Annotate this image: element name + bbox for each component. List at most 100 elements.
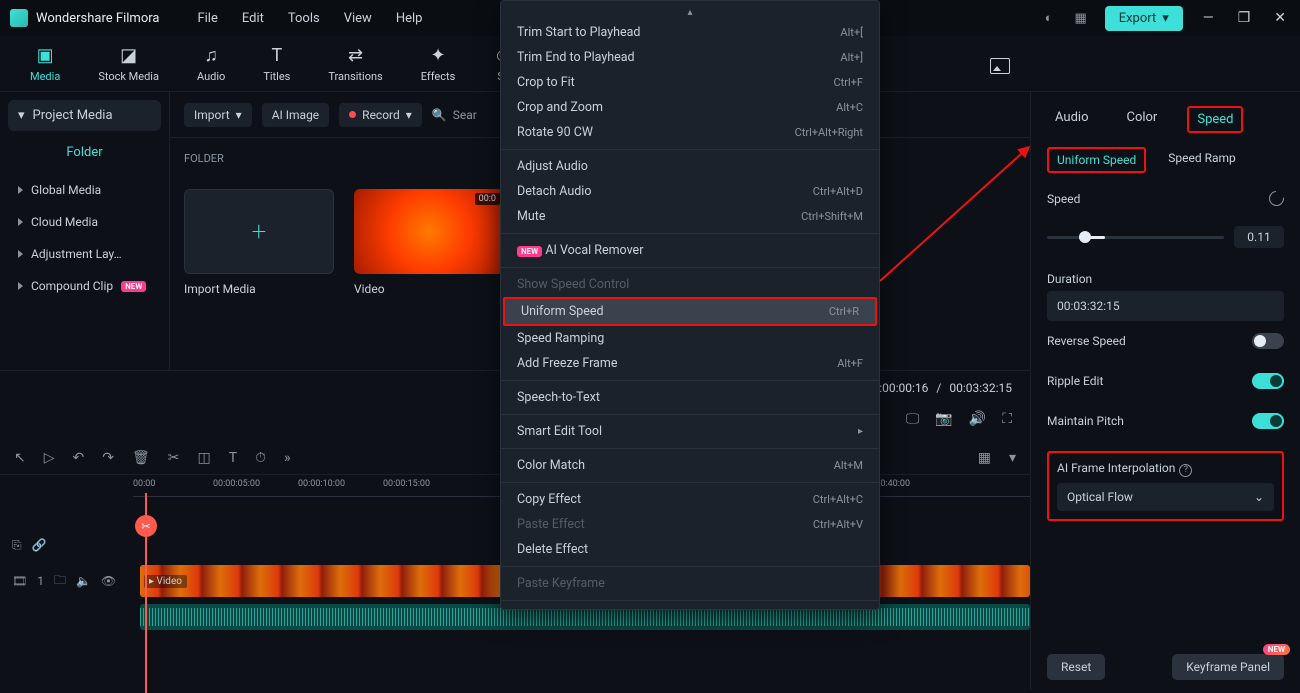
ctx-speech-to-text[interactable]: Speech-to-Text xyxy=(501,385,879,410)
project-media-header[interactable]: ▾Project Media xyxy=(8,100,161,131)
copy-icon[interactable]: ⎘ xyxy=(12,538,22,553)
tick-2: 00:00:10:00 xyxy=(298,479,345,489)
tab-titles[interactable]: TTitles xyxy=(263,44,290,83)
text-tool-icon[interactable]: T xyxy=(229,450,237,466)
fullscreen-icon[interactable]: ⛶ xyxy=(1002,411,1012,427)
ripple-toggle[interactable] xyxy=(1252,373,1284,389)
folder-tab[interactable]: Folder xyxy=(8,131,161,174)
sidebar-cloud-label: Cloud Media xyxy=(31,215,98,229)
tab-media-label: Media xyxy=(30,70,60,83)
pitch-toggle[interactable] xyxy=(1252,413,1284,429)
tab-stock-media[interactable]: ◪Stock Media xyxy=(98,44,159,83)
reverse-toggle[interactable] xyxy=(1252,333,1284,349)
aif-select[interactable]: Optical Flow⌄ xyxy=(1057,483,1274,511)
ctx-trim-start[interactable]: Trim Start to PlayheadAlt+[ xyxy=(501,20,879,45)
ctx-adjust-audio[interactable]: Adjust Audio xyxy=(501,154,879,179)
volume-icon[interactable]: 🔊 xyxy=(969,411,986,427)
import-tile-label: Import Media xyxy=(184,282,334,296)
menu-edit[interactable]: Edit xyxy=(242,11,264,26)
tab-media[interactable]: ▣Media xyxy=(30,44,60,83)
new-badge: NEW xyxy=(121,281,146,292)
slider-knob[interactable] xyxy=(1079,231,1091,243)
help-icon[interactable]: ? xyxy=(1179,464,1192,477)
menu-help[interactable]: Help xyxy=(396,11,423,26)
screen-icon[interactable]: 🖵 xyxy=(906,411,920,427)
sidebar-global-media[interactable]: Global Media xyxy=(8,174,161,206)
menu-view[interactable]: View xyxy=(344,11,372,26)
close-button[interactable]: ✕ xyxy=(1270,10,1290,26)
subtab-ramp[interactable]: Speed Ramp xyxy=(1160,147,1244,173)
redo-icon[interactable]: ↷ xyxy=(102,450,114,466)
speed-icon[interactable]: ⏱ xyxy=(255,450,266,466)
snapshot-icon[interactable]: 📷 xyxy=(935,411,952,427)
delete-icon[interactable]: 🗑 xyxy=(132,450,150,466)
cloud-icon[interactable]: ◐ xyxy=(1041,10,1057,26)
reset-speed-icon[interactable] xyxy=(1266,188,1287,209)
crop-icon[interactable]: ◫ xyxy=(198,450,211,466)
ctx-smart-edit-tool[interactable]: Smart Edit Tool▸ xyxy=(501,419,879,444)
keyframe-panel-button[interactable]: Keyframe Panel xyxy=(1172,654,1284,680)
ctx-uniform-speed[interactable]: Uniform SpeedCtrl+R xyxy=(503,297,877,326)
export-button[interactable]: Export ▾ xyxy=(1105,6,1183,31)
transition-icon: ⇄ xyxy=(348,44,363,66)
reset-button[interactable]: Reset xyxy=(1047,654,1105,680)
pointer-icon[interactable]: ↖ xyxy=(14,450,26,466)
import-dropdown[interactable]: Import▾ xyxy=(184,103,252,127)
more-icon[interactable]: » xyxy=(284,450,291,466)
reverse-label: Reverse Speed xyxy=(1047,334,1126,348)
duration-value[interactable]: 00:03:32:15 xyxy=(1047,291,1284,321)
ctx-ai-vocal-remover[interactable]: NEW AI Vocal Remover xyxy=(501,238,879,263)
ctx-copy-effect[interactable]: Copy EffectCtrl+Alt+C xyxy=(501,487,879,512)
ctx-trim-end[interactable]: Trim End to PlayheadAlt+] xyxy=(501,45,879,70)
ctx-speed-ramping[interactable]: Speed Ramping xyxy=(501,326,879,351)
ctx-crop-zoom[interactable]: Crop and ZoomAlt+C xyxy=(501,95,879,120)
ctx-mute[interactable]: MuteCtrl+Shift+M xyxy=(501,204,879,229)
folder-icon[interactable]: 🗀 xyxy=(54,571,66,592)
undo-icon[interactable]: ↶ xyxy=(73,450,85,466)
eye-icon[interactable]: 👁 xyxy=(101,574,116,588)
rtab-audio[interactable]: Audio xyxy=(1047,106,1096,133)
minimize-button[interactable]: — xyxy=(1199,10,1218,26)
search-input[interactable]: 🔍Sear xyxy=(432,108,477,122)
app-title: Wondershare Filmora xyxy=(36,11,159,26)
ctx-scroll-up[interactable]: ▴ xyxy=(501,5,879,20)
speed-slider[interactable] xyxy=(1047,236,1224,239)
ctx-color-match[interactable]: Color MatchAlt+M xyxy=(501,453,879,478)
ctx-rotate[interactable]: Rotate 90 CWCtrl+Alt+Right xyxy=(501,120,879,145)
mute-track-icon[interactable]: 🔈 xyxy=(76,574,91,588)
rtab-speed[interactable]: Speed xyxy=(1187,106,1243,133)
maximize-button[interactable]: ❐ xyxy=(1234,10,1255,26)
rtab-color[interactable]: Color xyxy=(1118,106,1165,133)
video-tile[interactable]: 00:0 Video xyxy=(354,189,504,296)
tab-effects[interactable]: ✦Effects xyxy=(421,44,456,83)
time-sep: / xyxy=(936,381,941,395)
ai-image-button[interactable]: AI Image xyxy=(262,103,329,127)
speed-slider-row: 0.11 xyxy=(1047,226,1284,248)
dropdown-icon[interactable]: ▾ xyxy=(1009,450,1016,466)
menu-tools[interactable]: Tools xyxy=(288,11,320,26)
ctx-delete-effect[interactable]: Delete Effect xyxy=(501,537,879,562)
duration-label: Duration xyxy=(1047,272,1092,286)
sidebar-global-label: Global Media xyxy=(31,183,101,197)
ctx-add-freeze-frame[interactable]: Add Freeze FrameAlt+F xyxy=(501,351,879,376)
split-icon[interactable]: ✂ xyxy=(168,450,180,466)
playhead[interactable]: ✂ xyxy=(145,493,147,693)
ctx-detach-audio[interactable]: Detach AudioCtrl+Alt+D xyxy=(501,179,879,204)
sidebar-adjustment-layer[interactable]: Adjustment Lay… xyxy=(8,238,161,270)
image-toggle-icon[interactable] xyxy=(990,58,1010,74)
subtab-uniform[interactable]: Uniform Speed xyxy=(1047,147,1146,173)
link-icon[interactable]: 🔗 xyxy=(32,538,47,552)
sidebar-compound-clip[interactable]: Compound ClipNEW xyxy=(8,270,161,302)
import-media-tile[interactable]: + Import Media xyxy=(184,189,334,296)
record-dropdown[interactable]: Record▾ xyxy=(339,103,422,127)
grid-view-icon[interactable]: ▦ xyxy=(978,450,991,466)
tab-transitions[interactable]: ⇄Transitions xyxy=(328,44,382,83)
ctx-crop-fit[interactable]: Crop to FitCtrl+F xyxy=(501,70,879,95)
apps-icon[interactable]: ▦ xyxy=(1073,10,1089,26)
menu-file[interactable]: File xyxy=(197,11,217,26)
sidebar-cloud-media[interactable]: Cloud Media xyxy=(8,206,161,238)
speed-subtabs: Uniform Speed Speed Ramp xyxy=(1047,147,1284,173)
cursor-icon[interactable]: ▷ xyxy=(44,450,55,466)
tab-audio[interactable]: ♫Audio xyxy=(197,44,225,83)
speed-value[interactable]: 0.11 xyxy=(1234,226,1284,248)
